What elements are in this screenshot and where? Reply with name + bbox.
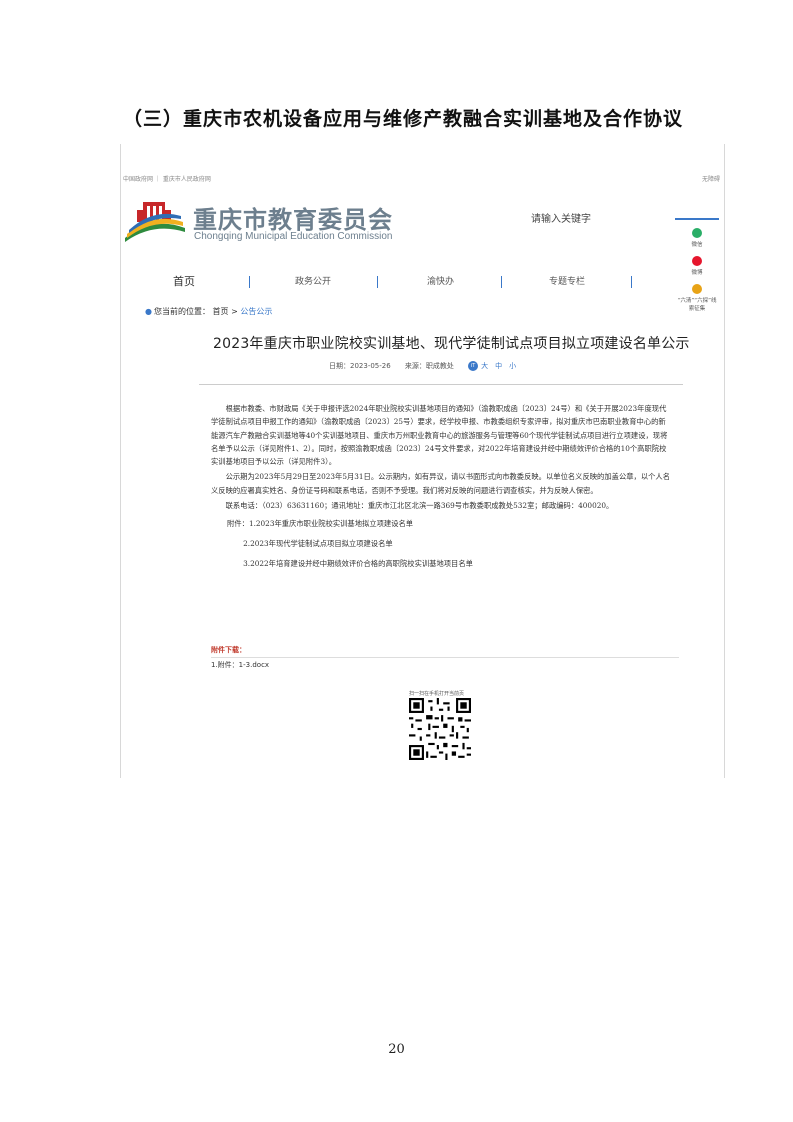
sidebar-item-clue[interactable]: “六清”“六探”线索征集 xyxy=(675,284,719,312)
attachment-item: 3.2022年培育建设并经中期绩效评价合格的高职院校实训基地项目名单 xyxy=(243,559,473,569)
brand-name-cn[interactable]: 重庆市教育委员会 xyxy=(193,200,393,235)
qr-caption: 扫一扫在手机打开当前页 xyxy=(409,691,465,697)
font-size-small[interactable]: 小 xyxy=(509,362,516,370)
sidebar-item-wechat[interactable]: 微信 xyxy=(675,228,719,248)
document-heading: （三）重庆市农机设备应用与维修产教融合实训基地及合作协议 xyxy=(123,108,684,130)
brand-name-en: Chongqing Municipal Education Commission xyxy=(194,231,393,242)
wechat-icon xyxy=(692,228,702,238)
location-pin-icon: ● xyxy=(145,307,152,316)
sidebar-label: 微博 xyxy=(691,270,703,276)
top-links-bar: 中国政府网 ｜ 重庆市人民政府网 无障碍 xyxy=(121,174,724,186)
article-body: 根据市教委、市财政局《关于申报评选2024年职业院校实训基地项目的通知》（渝教职… xyxy=(211,402,671,574)
download-divider xyxy=(211,657,679,658)
page-number: 20 xyxy=(388,1042,405,1057)
font-size-icon: iT xyxy=(468,361,479,371)
body-paragraph: 根据市教委、市财政局《关于申报评选2024年职业院校实训基地项目的通知》（渝教职… xyxy=(211,404,668,467)
nav-separator xyxy=(249,276,250,288)
nav-gov-affairs[interactable]: 政务公开 xyxy=(295,274,331,287)
article-date: 2023-05-26 xyxy=(350,362,391,370)
qr-code-icon xyxy=(409,698,471,760)
breadcrumb-sep: > xyxy=(231,307,238,316)
sidebar-accent-bar xyxy=(675,218,719,220)
nav-separator xyxy=(501,276,502,288)
attachment-item: 2.2023年现代学徒制试点项目拟立项建设名单 xyxy=(243,539,393,549)
attachment-text: 1.2023年重庆市职业院校实训基地拟立项建设名单 xyxy=(248,519,414,529)
nav-separator xyxy=(377,276,378,288)
article-source: 职成教处 xyxy=(425,362,454,370)
article-meta: 日期：2023-05-26 来源：职成教处 iT 大中小 xyxy=(329,361,523,371)
accessibility-link[interactable]: 无障碍 xyxy=(702,174,720,183)
main-nav: 首页 政务公开 渝快办 专题专栏 xyxy=(121,274,661,294)
article-title: 2023年重庆市职业院校实训基地、现代学徒制试点项目拟立项建设名单公示 xyxy=(213,336,690,352)
nav-yukuaiban[interactable]: 渝快办 xyxy=(427,274,454,287)
breadcrumb-current[interactable]: 公告公示 xyxy=(240,307,272,316)
download-label: 附件下载： xyxy=(211,646,246,654)
download-link[interactable]: 1.附件：1-3.docx xyxy=(211,660,269,670)
date-label: 日期： xyxy=(329,362,350,370)
gov-links[interactable]: 中国政府网 ｜ 重庆市人民政府网 xyxy=(123,174,211,183)
webpage-screenshot: 中国政府网 ｜ 重庆市人民政府网 无障碍 重庆市教育委员会 Chongqing … xyxy=(120,144,725,778)
source-label: 来源： xyxy=(404,362,426,370)
font-size-large[interactable]: 大 xyxy=(481,362,488,370)
sidebar-label: “六清”“六探”线索征集 xyxy=(677,298,717,312)
nav-special-topics[interactable]: 专题专栏 xyxy=(549,274,585,287)
weibo-icon xyxy=(692,256,702,266)
font-size-medium[interactable]: 中 xyxy=(495,362,502,370)
body-paragraph: 公示期为2023年5月29日至2023年5月31日。公示期内，如有异议，请以书面… xyxy=(211,472,671,495)
share-sidebar: 微信 微博 “六清”“六探”线索征集 xyxy=(675,218,719,318)
attachments-label: 附件： xyxy=(227,519,249,529)
sidebar-item-weibo[interactable]: 微博 xyxy=(675,256,719,276)
sidebar-label: 微信 xyxy=(691,242,703,248)
attachment-item: 附件：1.2023年重庆市职业院校实训基地拟立项建设名单 xyxy=(211,514,671,534)
nav-home[interactable]: 首页 xyxy=(173,273,195,289)
commission-logo-icon xyxy=(125,202,185,242)
breadcrumb: ● 您当前的位置： 首页 > 公告公示 xyxy=(145,306,272,317)
nav-separator xyxy=(631,276,632,288)
title-divider xyxy=(199,384,683,385)
breadcrumb-prefix: 您当前的位置： xyxy=(153,307,210,316)
body-paragraph: 联系电话：（023）63631160；通讯地址：重庆市江北区北滨一路369号市教… xyxy=(225,501,614,511)
search-input[interactable]: 请输入关键字 xyxy=(531,210,641,228)
clue-icon xyxy=(692,284,702,294)
breadcrumb-home[interactable]: 首页 xyxy=(213,307,229,316)
